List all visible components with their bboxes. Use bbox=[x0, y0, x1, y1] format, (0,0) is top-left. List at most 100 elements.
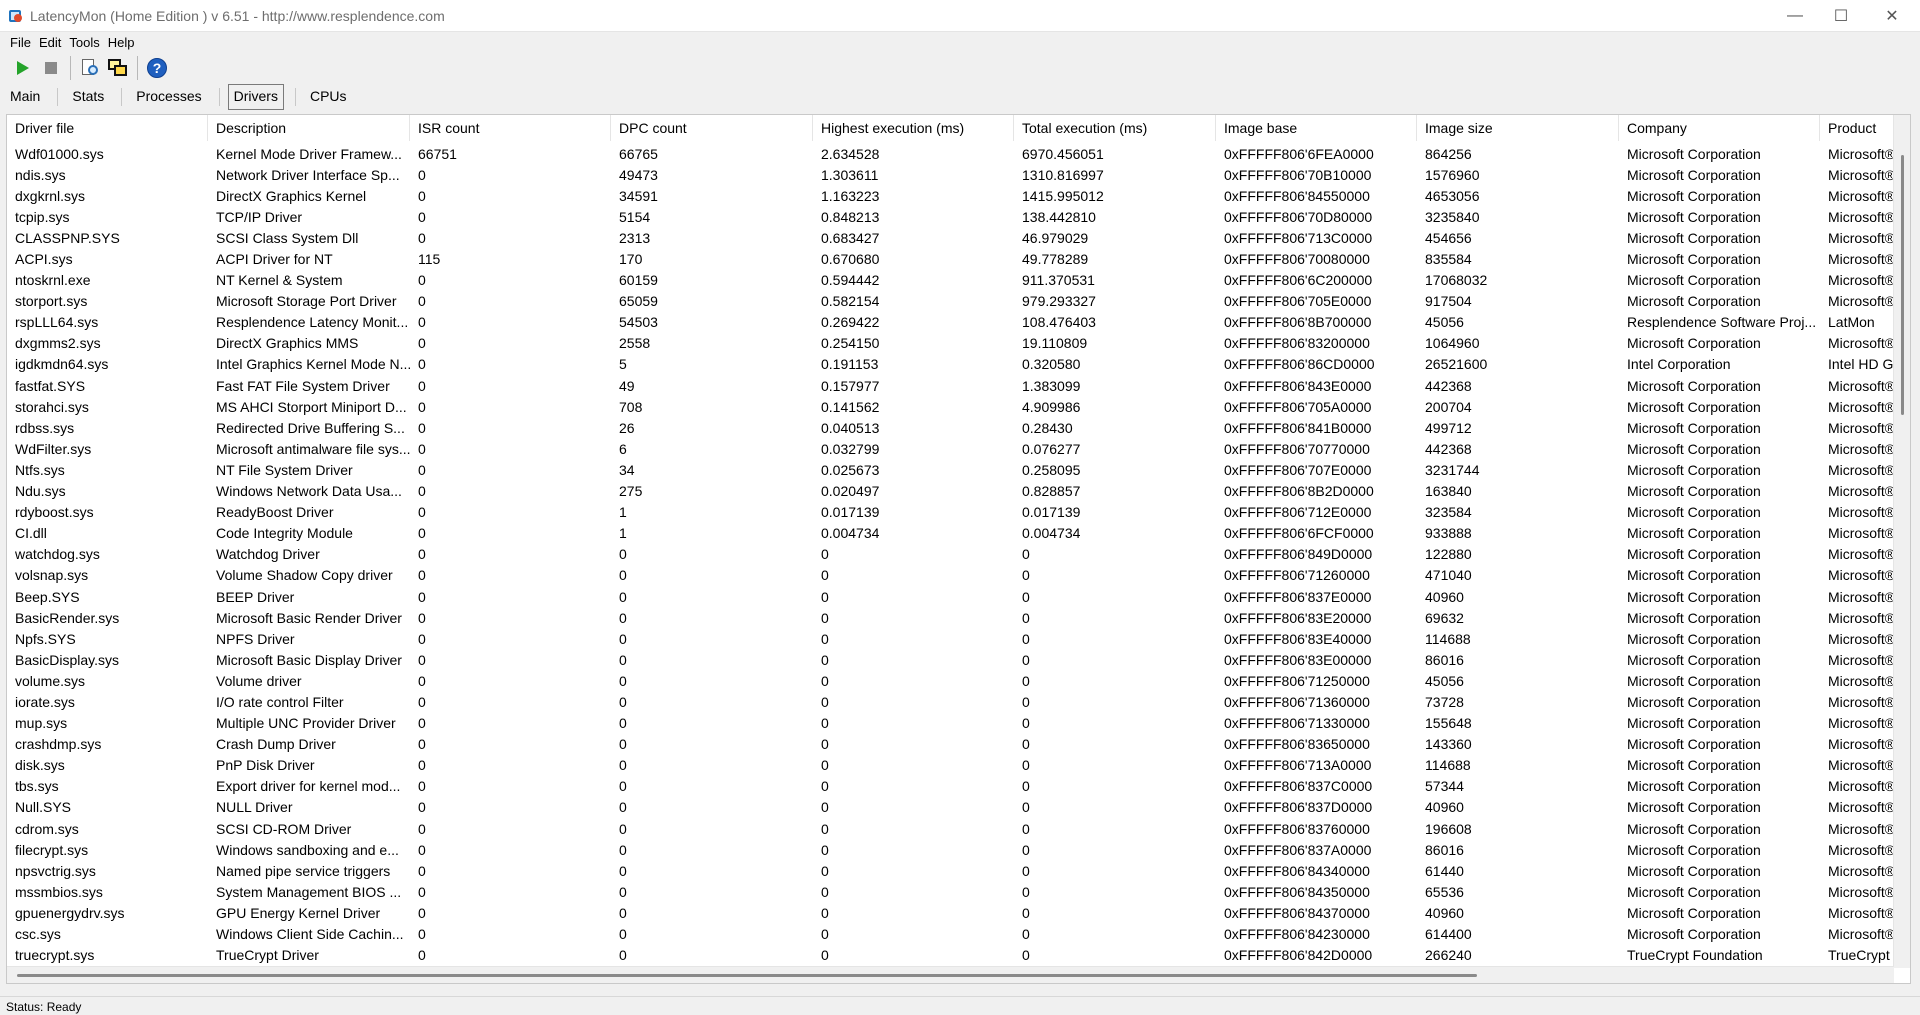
tab-stats[interactable]: Stats bbox=[66, 84, 110, 110]
table-row[interactable]: Wdf01000.sys Kernel Mode Driver Framew...… bbox=[7, 143, 1910, 164]
table-cell: 0 bbox=[821, 609, 829, 626]
table-cell: 0 bbox=[1022, 841, 1030, 858]
column-header[interactable]: DPC count bbox=[611, 115, 813, 141]
table-row[interactable]: Ndu.sys Windows Network Data Usa... 0 275 0.… bbox=[7, 481, 1910, 502]
table-cell: 40960 bbox=[1425, 904, 1464, 921]
windows-button[interactable] bbox=[105, 55, 131, 81]
table-row[interactable]: ndis.sys Network Driver Interface Sp... 0 4… bbox=[7, 164, 1910, 185]
table-row[interactable]: Npfs.SYS NPFS Driver 0 0 0 0 0xFFFFF806'83E400… bbox=[7, 628, 1910, 649]
table-row[interactable]: npsvctrig.sys Named pipe service triggers… bbox=[7, 860, 1910, 881]
table-row[interactable]: igdkmdn64.sys Intel Graphics Kernel Mode … bbox=[7, 354, 1910, 375]
table-row[interactable]: storport.sys Microsoft Storage Port Drive… bbox=[7, 291, 1910, 312]
table-cell: igdkmdn64.sys bbox=[15, 356, 109, 373]
table-cell: Microsoft Corporation bbox=[1627, 335, 1761, 352]
help-icon: ? bbox=[147, 58, 167, 78]
stop-button[interactable] bbox=[38, 55, 64, 81]
table-row[interactable]: WdFilter.sys Microsoft antimalware file s… bbox=[7, 438, 1910, 459]
table-row[interactable]: tcpip.sys TCP/IP Driver 0 5154 0.848213 138.4… bbox=[7, 206, 1910, 227]
table-row[interactable]: rdbss.sys Redirected Drive Buffering S...… bbox=[7, 417, 1910, 438]
table-row[interactable]: CLASSPNP.SYS SCSI Class System Dll 0 2313 0.… bbox=[7, 227, 1910, 248]
table-row[interactable]: BasicDisplay.sys Microsoft Basic Display … bbox=[7, 649, 1910, 670]
table-row[interactable]: volume.sys Volume driver 0 0 0 0 0xFFFFF806'71… bbox=[7, 670, 1910, 691]
table-cell: 0 bbox=[418, 398, 426, 415]
table-cell: 0 bbox=[418, 229, 426, 246]
table-row[interactable]: cdrom.sys SCSI CD-ROM Driver 0 0 0 0 0xFFFFF80… bbox=[7, 818, 1910, 839]
table-row[interactable]: truecrypt.sys TrueCrypt Driver 0 0 0 0 0xFFFFF… bbox=[7, 945, 1910, 966]
table-row[interactable]: fastfat.SYS Fast FAT File System Driver 0 4… bbox=[7, 375, 1910, 396]
table-cell: 0xFFFFF806'6FCF0000 bbox=[1224, 525, 1374, 542]
maximize-button[interactable]: ☐ bbox=[1818, 0, 1864, 32]
help-button[interactable]: ? bbox=[144, 55, 170, 81]
column-header[interactable]: Total execution (ms) bbox=[1014, 115, 1216, 141]
vertical-scrollbar[interactable] bbox=[1893, 115, 1910, 968]
table-cell: 0 bbox=[1022, 862, 1030, 879]
table-cell: Microsoft Corporation bbox=[1627, 693, 1761, 710]
table-cell: Microsoft Corporation bbox=[1627, 883, 1761, 900]
tab-divider bbox=[218, 88, 220, 106]
table-cell: 46.979029 bbox=[1022, 229, 1089, 246]
table-row[interactable]: BasicRender.sys Microsoft Basic Render Dr… bbox=[7, 607, 1910, 628]
table-row[interactable]: mup.sys Multiple UNC Provider Driver 0 0 0 0 0… bbox=[7, 713, 1910, 734]
table-cell: 0 bbox=[418, 440, 426, 457]
table-cell: BasicDisplay.sys bbox=[15, 651, 119, 668]
table-cell: 0 bbox=[821, 904, 829, 921]
table-row[interactable]: rdyboost.sys ReadyBoost Driver 0 1 0.017139 0… bbox=[7, 502, 1910, 523]
tab-cpus[interactable]: CPUs bbox=[304, 84, 353, 110]
tab-main[interactable]: Main bbox=[4, 84, 46, 110]
table-cell: 0 bbox=[821, 651, 829, 668]
menu-help[interactable]: Help bbox=[104, 35, 139, 50]
menu-tools[interactable]: Tools bbox=[65, 35, 103, 50]
table-row[interactable]: ACPI.sys ACPI Driver for NT 115 170 0.670680… bbox=[7, 248, 1910, 269]
table-row[interactable]: mssmbios.sys System Management BIOS ... 0 0… bbox=[7, 881, 1910, 902]
table-cell: Volume driver bbox=[216, 672, 302, 689]
table-row[interactable]: watchdog.sys Watchdog Driver 0 0 0 0 0xFFFFF80… bbox=[7, 544, 1910, 565]
menu-file[interactable]: File bbox=[6, 35, 35, 50]
close-button[interactable]: ✕ bbox=[1864, 0, 1920, 32]
table-row[interactable]: filecrypt.sys Windows sandboxing and e...… bbox=[7, 839, 1910, 860]
table-cell: Windows Network Data Usa... bbox=[216, 483, 402, 500]
menu-edit[interactable]: Edit bbox=[35, 35, 65, 50]
tab-processes[interactable]: Processes bbox=[130, 84, 207, 110]
column-header[interactable]: Driver file bbox=[7, 115, 208, 141]
table-row[interactable]: dxgmms2.sys DirectX Graphics MMS 0 2558 0.25… bbox=[7, 333, 1910, 354]
table-row[interactable]: iorate.sys I/O rate control Filter 0 0 0 0 0xF… bbox=[7, 691, 1910, 712]
tab-drivers[interactable]: Drivers bbox=[227, 84, 284, 110]
column-header[interactable]: Image base bbox=[1216, 115, 1417, 141]
column-header[interactable]: Image size bbox=[1417, 115, 1619, 141]
vertical-scroll-thumb[interactable] bbox=[1901, 155, 1904, 415]
table-row[interactable]: Null.SYS NULL Driver 0 0 0 0 0xFFFFF806'837D00… bbox=[7, 797, 1910, 818]
table-cell: 499712 bbox=[1425, 419, 1472, 436]
table-cell: 0xFFFFF806'8B2D0000 bbox=[1224, 483, 1374, 500]
table-row[interactable]: Ntfs.sys NT File System Driver 0 34 0.025673… bbox=[7, 459, 1910, 480]
table-cell: gpuenergydrv.sys bbox=[15, 904, 125, 921]
table-cell: 0 bbox=[619, 904, 627, 921]
horizontal-scroll-thumb[interactable] bbox=[17, 974, 1477, 977]
table-row[interactable]: rspLLL64.sys Resplendence Latency Monit..… bbox=[7, 312, 1910, 333]
table-row[interactable]: crashdmp.sys Crash Dump Driver 0 0 0 0 0xFFFFF… bbox=[7, 734, 1910, 755]
table-cell: 1310.816997 bbox=[1022, 166, 1104, 183]
column-header[interactable]: Company bbox=[1619, 115, 1820, 141]
table-row[interactable]: storahci.sys MS AHCI Storport Miniport D.… bbox=[7, 396, 1910, 417]
report-button[interactable] bbox=[77, 55, 103, 81]
column-header[interactable]: ISR count bbox=[410, 115, 611, 141]
table-row[interactable]: CI.dll Code Integrity Module 0 1 0.004734 0.0… bbox=[7, 523, 1910, 544]
column-header[interactable]: Description bbox=[208, 115, 410, 141]
table-row[interactable]: gpuenergydrv.sys GPU Energy Kernel Driver… bbox=[7, 902, 1910, 923]
table-row[interactable]: tbs.sys Export driver for kernel mod... 0 0… bbox=[7, 776, 1910, 797]
table-row[interactable]: ntoskrnl.exe NT Kernel & System 0 60159 0.59… bbox=[7, 270, 1910, 291]
minimize-button[interactable]: — bbox=[1772, 0, 1818, 32]
start-button[interactable] bbox=[10, 55, 36, 81]
toolbar: ? bbox=[0, 52, 1920, 84]
table-row[interactable]: volsnap.sys Volume Shadow Copy driver 0 0 0 0… bbox=[7, 565, 1910, 586]
table-row[interactable]: disk.sys PnP Disk Driver 0 0 0 0 0xFFFFF806'71… bbox=[7, 755, 1910, 776]
table-cell: 0 bbox=[619, 651, 627, 668]
table-cell: 0xFFFFF806'71260000 bbox=[1224, 567, 1370, 584]
table-cell: 0.848213 bbox=[821, 208, 880, 225]
horizontal-scrollbar[interactable] bbox=[7, 966, 1894, 983]
table-cell: 0 bbox=[619, 841, 627, 858]
table-row[interactable]: csc.sys Windows Client Side Cachin... 0 0 0 0… bbox=[7, 923, 1910, 944]
table-row[interactable]: Beep.SYS BEEP Driver 0 0 0 0 0xFFFFF806'837E00… bbox=[7, 586, 1910, 607]
table-row[interactable]: dxgkrnl.sys DirectX Graphics Kernel 0 34591… bbox=[7, 185, 1910, 206]
column-header[interactable]: Highest execution (ms) bbox=[813, 115, 1014, 141]
table-cell: Crash Dump Driver bbox=[216, 736, 336, 753]
